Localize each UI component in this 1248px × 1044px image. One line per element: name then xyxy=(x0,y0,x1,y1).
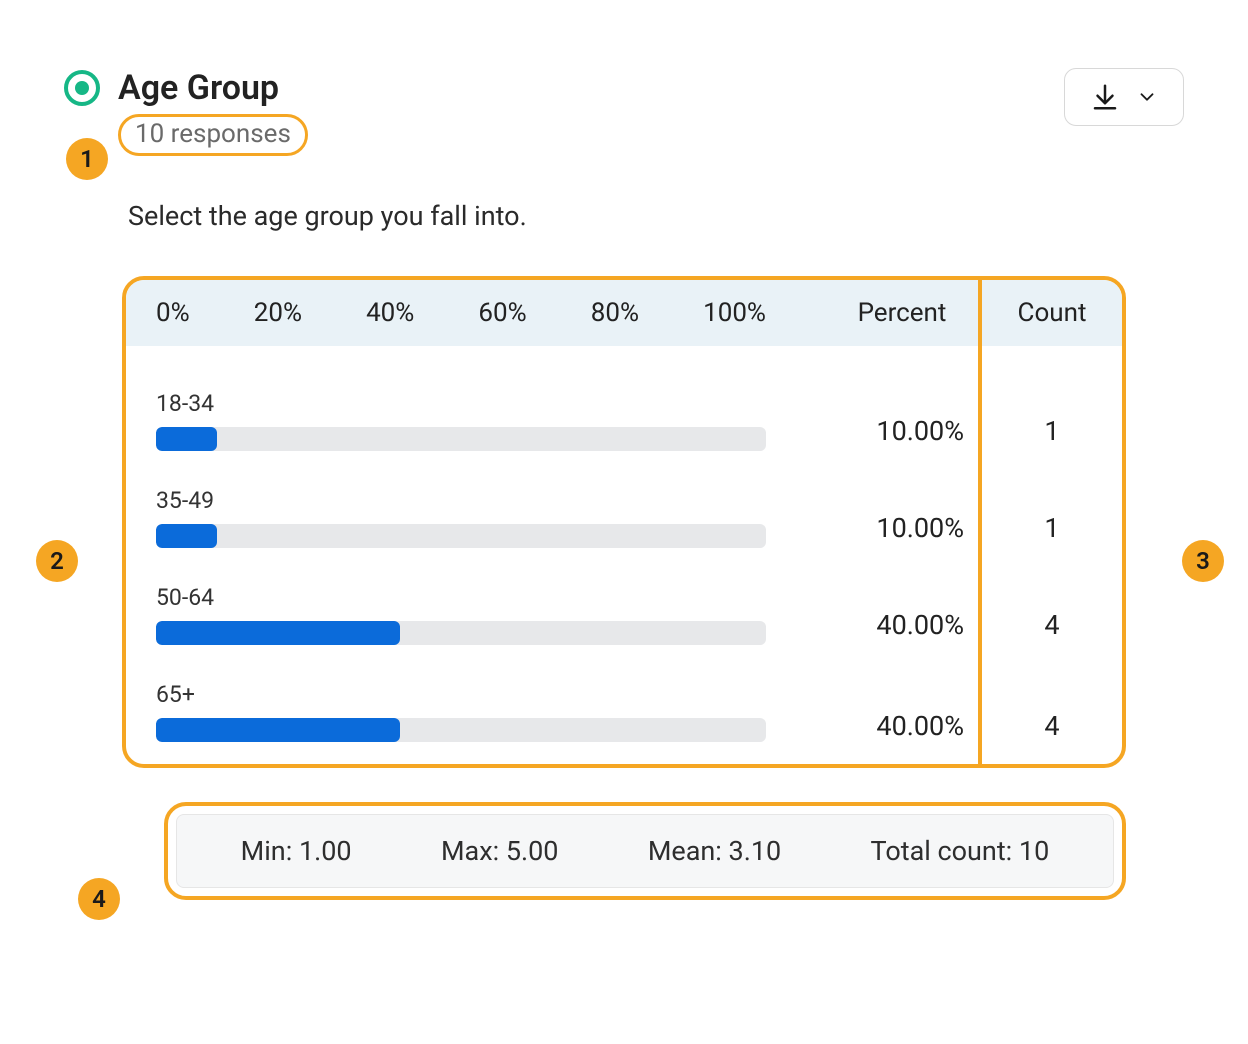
axis-tick: 40% xyxy=(366,298,414,328)
row-label: 18-34 xyxy=(156,390,792,417)
stat-label: Max: xyxy=(441,835,506,867)
card-header: Age Group 10 responses xyxy=(64,68,1184,156)
responses-highlight: 10 responses xyxy=(118,114,308,156)
stat-label: Min: xyxy=(241,835,299,867)
stat-value: 10 xyxy=(1019,835,1049,867)
count-header: Count xyxy=(982,280,1122,346)
column-divider-highlight xyxy=(978,280,982,764)
chart-highlight-outline: 0% 20% 40% 60% 80% 100% Percent Count xyxy=(122,276,1126,768)
count-cell: 1 xyxy=(982,461,1122,558)
bar-track xyxy=(156,427,766,451)
stat-value: 3.10 xyxy=(729,835,782,867)
percent-cell: 40.00% xyxy=(822,558,982,655)
question-card: Age Group 10 responses xyxy=(20,20,1228,1024)
stat-value: 1.00 xyxy=(299,835,352,867)
bar-fill xyxy=(156,718,400,742)
stat-max: Max: 5.00 xyxy=(441,835,559,867)
percent-cell: 10.00% xyxy=(822,346,982,461)
row-label: 65+ xyxy=(156,681,792,708)
percent-header: Percent xyxy=(822,280,982,346)
question-title: Age Group xyxy=(118,68,279,108)
stats-bar: Min: 1.00 Max: 5.00 Mean: 3.10 Total cou… xyxy=(176,814,1114,888)
count-cell: 4 xyxy=(982,655,1122,764)
stat-total: Total count: 10 xyxy=(871,835,1050,867)
stat-label: Total count: xyxy=(871,835,1019,867)
axis-ticks: 0% 20% 40% 60% 80% 100% xyxy=(156,298,766,328)
bar-cell: 50-64 xyxy=(126,558,822,655)
stat-value: 5.00 xyxy=(506,835,559,867)
annotation-badge-4: 4 xyxy=(78,878,120,920)
question-description: Select the age group you fall into. xyxy=(128,200,1184,232)
bar-fill xyxy=(156,621,400,645)
percent-cell: 40.00% xyxy=(822,655,982,764)
download-icon xyxy=(1090,82,1120,112)
row-label: 35-49 xyxy=(156,487,792,514)
row-label: 50-64 xyxy=(156,584,792,611)
download-button[interactable] xyxy=(1064,68,1184,126)
responses-count: 10 responses xyxy=(135,119,291,149)
stat-min: Min: 1.00 xyxy=(241,835,352,867)
stat-mean: Mean: 3.10 xyxy=(648,835,781,867)
stats-highlight-outline: Min: 1.00 Max: 5.00 Mean: 3.10 Total cou… xyxy=(164,802,1126,900)
count-cell: 4 xyxy=(982,558,1122,655)
bar-fill xyxy=(156,524,217,548)
annotation-badge-1: 1 xyxy=(66,138,108,180)
bar-cell: 35-49 xyxy=(126,461,822,558)
bar-cell: 18-34 xyxy=(126,346,822,461)
stat-label: Mean: xyxy=(648,835,729,867)
axis-tick: 20% xyxy=(254,298,302,328)
responses-wrap: 10 responses xyxy=(118,114,308,156)
chevron-down-icon xyxy=(1136,86,1158,108)
bar-cell: 65+ xyxy=(126,655,822,764)
radio-icon xyxy=(64,70,100,106)
percent-cell: 10.00% xyxy=(822,461,982,558)
chart-grid: 0% 20% 40% 60% 80% 100% Percent Count xyxy=(126,280,1122,764)
bar-track xyxy=(156,524,766,548)
axis-tick: 100% xyxy=(703,298,766,328)
annotation-badge-3: 3 xyxy=(1182,540,1224,582)
count-cell: 1 xyxy=(982,346,1122,461)
bar-track xyxy=(156,621,766,645)
axis-tick: 60% xyxy=(478,298,526,328)
bar-track xyxy=(156,718,766,742)
chart-area: 0% 20% 40% 60% 80% 100% Percent Count xyxy=(122,276,1126,768)
axis-tick: 0% xyxy=(156,298,190,328)
bar-fill xyxy=(156,427,217,451)
annotation-badge-2: 2 xyxy=(36,540,78,582)
axis-tick: 80% xyxy=(591,298,639,328)
title-row: Age Group xyxy=(64,68,308,108)
axis-header: 0% 20% 40% 60% 80% 100% xyxy=(126,280,822,346)
